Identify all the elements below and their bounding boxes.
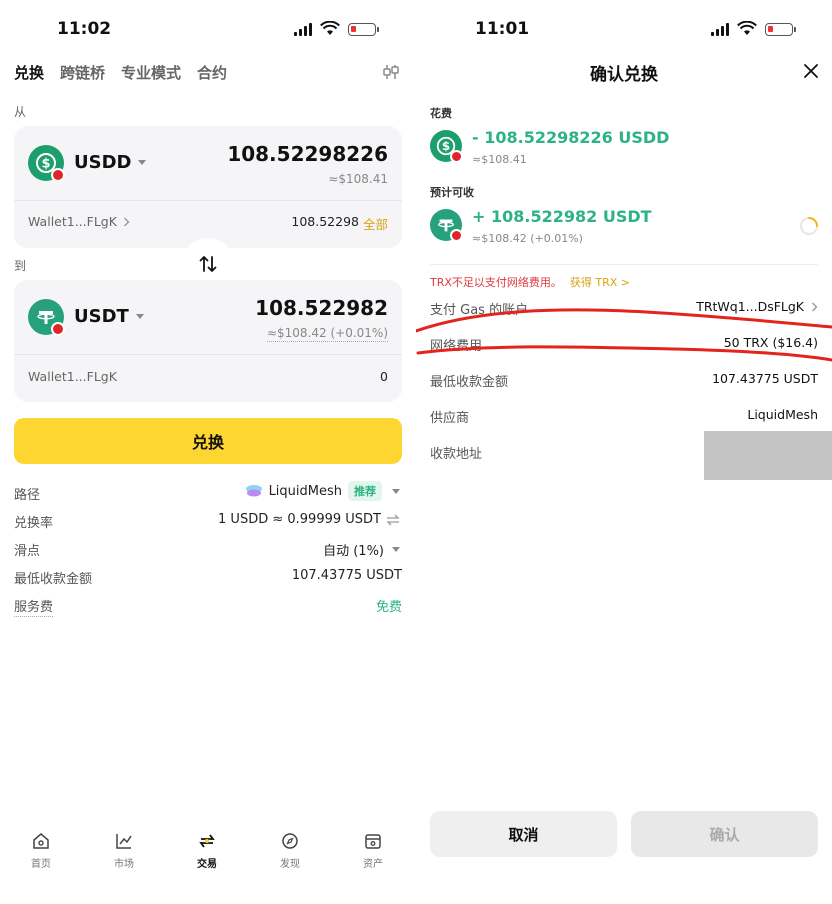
to-wallet-name: Wallet1...FLgK bbox=[28, 369, 117, 384]
nav-assets-label: 资产 bbox=[363, 859, 383, 870]
nav-assets[interactable]: 资产 bbox=[343, 832, 403, 870]
recommended-badge: 推荐 bbox=[348, 481, 382, 501]
caret-down-icon bbox=[392, 547, 400, 552]
rate-label: 兑换率 bbox=[14, 516, 54, 531]
from-token-selector[interactable]: USDD bbox=[74, 152, 147, 173]
settings-icon[interactable] bbox=[382, 63, 400, 81]
trade-icon bbox=[199, 834, 215, 848]
spend-label: 花费 bbox=[430, 107, 452, 120]
divider bbox=[14, 200, 402, 201]
caret-down-icon bbox=[392, 488, 400, 494]
slippage-value: 自动 (1%) bbox=[323, 544, 384, 559]
to-amount: 108.522982 bbox=[255, 296, 388, 320]
svg-text:$: $ bbox=[41, 157, 50, 172]
liquidmesh-logo-icon bbox=[245, 485, 262, 497]
discover-icon bbox=[282, 833, 298, 849]
sheet-title: 确认兑换 bbox=[590, 65, 658, 85]
wifi-icon bbox=[320, 21, 340, 35]
signal-icon bbox=[294, 22, 316, 36]
tron-badge-icon bbox=[51, 322, 65, 336]
receive-label: 预计可收 bbox=[430, 186, 474, 199]
market-icon bbox=[116, 834, 132, 849]
route-selector[interactable]: LiquidMesh 推荐 bbox=[245, 481, 400, 501]
rate-value: 1 USDD ≈ 0.99999 USDT bbox=[218, 512, 381, 527]
from-wallet-selector[interactable]: Wallet1...FLgK bbox=[28, 214, 130, 229]
service-fee-label[interactable]: 服务费 bbox=[14, 596, 54, 617]
nav-trade[interactable]: 交易 bbox=[177, 832, 237, 870]
from-balance-row: 108.52298 全部 bbox=[291, 214, 388, 233]
to-label: 到 bbox=[14, 259, 27, 273]
divider bbox=[14, 354, 402, 355]
service-fee-value: 免费 bbox=[375, 600, 402, 615]
confirm-button[interactable]: 确认 bbox=[631, 811, 818, 857]
spend-usd: ≈$108.41 bbox=[472, 153, 527, 166]
battery-icon bbox=[765, 23, 796, 36]
tab-contract[interactable]: 合约 bbox=[197, 62, 227, 83]
confirm-swap-sheet: 11:01 确认兑换 花费 $ - 108.52298226 USDD ≈$10… bbox=[416, 0, 832, 904]
chevron-right-icon bbox=[123, 217, 130, 226]
tron-badge-icon bbox=[450, 150, 463, 163]
signal-icon bbox=[711, 22, 733, 36]
loading-icon bbox=[800, 217, 818, 235]
min-receive-value: 107.43775 USDT bbox=[291, 568, 402, 583]
status-time: 11:01 bbox=[475, 19, 530, 39]
divider bbox=[430, 264, 818, 265]
home-icon bbox=[33, 833, 49, 849]
close-icon[interactable] bbox=[804, 64, 818, 78]
tab-pro-mode[interactable]: 专业模式 bbox=[121, 62, 181, 83]
from-label: 从 bbox=[14, 105, 27, 119]
route-label: 路径 bbox=[14, 488, 41, 503]
assets-icon bbox=[365, 834, 381, 849]
nav-discover-label: 发现 bbox=[280, 859, 300, 870]
rate-row: 1 USDD ≈ 0.99999 USDT bbox=[218, 512, 400, 527]
redacted-address bbox=[704, 431, 832, 480]
max-button[interactable]: 全部 bbox=[363, 214, 388, 233]
caret-down-icon bbox=[138, 160, 147, 165]
route-value: LiquidMesh bbox=[268, 483, 342, 499]
nav-discover[interactable]: 发现 bbox=[260, 832, 320, 870]
tab-swap[interactable]: 兑换 bbox=[14, 62, 44, 83]
slippage-label: 滑点 bbox=[14, 544, 41, 559]
nav-market-label: 市场 bbox=[114, 859, 134, 870]
to-token-name: USDT bbox=[74, 306, 129, 327]
spend-amount: - 108.52298226 USDD bbox=[472, 128, 670, 147]
from-card: $ USDD 108.52298226 ≈$108.41 Wallet1...F… bbox=[14, 126, 402, 248]
nav-home[interactable]: 首页 bbox=[11, 832, 71, 870]
cancel-button[interactable]: 取消 bbox=[430, 811, 617, 857]
from-usd-value: ≈$108.41 bbox=[328, 172, 388, 186]
to-balance: 0 bbox=[380, 369, 388, 384]
tron-badge-icon bbox=[51, 168, 65, 182]
to-usd-value: ≈$108.42 (+0.01%) bbox=[266, 326, 388, 342]
provider-value: LiquidMesh bbox=[747, 407, 818, 422]
from-amount[interactable]: 108.52298226 bbox=[227, 142, 388, 166]
to-card: USDT 108.522982 ≈$108.42 (+0.01%) Wallet… bbox=[14, 280, 402, 402]
tab-bridge[interactable]: 跨链桥 bbox=[60, 62, 105, 83]
swap-arrows-icon bbox=[199, 256, 217, 272]
to-token-selector[interactable]: USDT bbox=[74, 306, 144, 327]
exchange-icon[interactable] bbox=[386, 514, 400, 526]
receive-amount: + 108.522982 USDT bbox=[472, 207, 652, 226]
recipient-address-label: 收款地址 bbox=[430, 447, 483, 462]
tron-badge-icon bbox=[450, 229, 463, 242]
from-wallet-name: Wallet1...FLgK bbox=[28, 214, 117, 229]
battery-icon bbox=[348, 23, 379, 36]
slippage-selector[interactable]: 自动 (1%) bbox=[323, 540, 400, 559]
wifi-icon bbox=[737, 21, 757, 35]
receive-usd: ≈$108.42 (+0.01%) bbox=[472, 232, 583, 245]
min-receive-label: 最低收款金额 bbox=[14, 572, 93, 587]
caret-down-icon bbox=[135, 314, 144, 319]
nav-trade-label: 交易 bbox=[197, 859, 217, 870]
red-annotation bbox=[416, 308, 832, 362]
from-token-name: USDD bbox=[74, 152, 132, 173]
nav-market[interactable]: 市场 bbox=[94, 832, 154, 870]
svg-text:$: $ bbox=[442, 139, 450, 153]
swap-screen: 11:02 兑换 跨链桥 专业模式 合约 从 $ USDD 108.522982… bbox=[0, 0, 416, 904]
status-time: 11:02 bbox=[57, 19, 112, 39]
from-balance: 108.52298 bbox=[291, 214, 359, 229]
swap-button[interactable]: 兑换 bbox=[14, 418, 402, 464]
nav-home-label: 首页 bbox=[31, 859, 51, 870]
provider-label: 供应商 bbox=[430, 411, 470, 426]
